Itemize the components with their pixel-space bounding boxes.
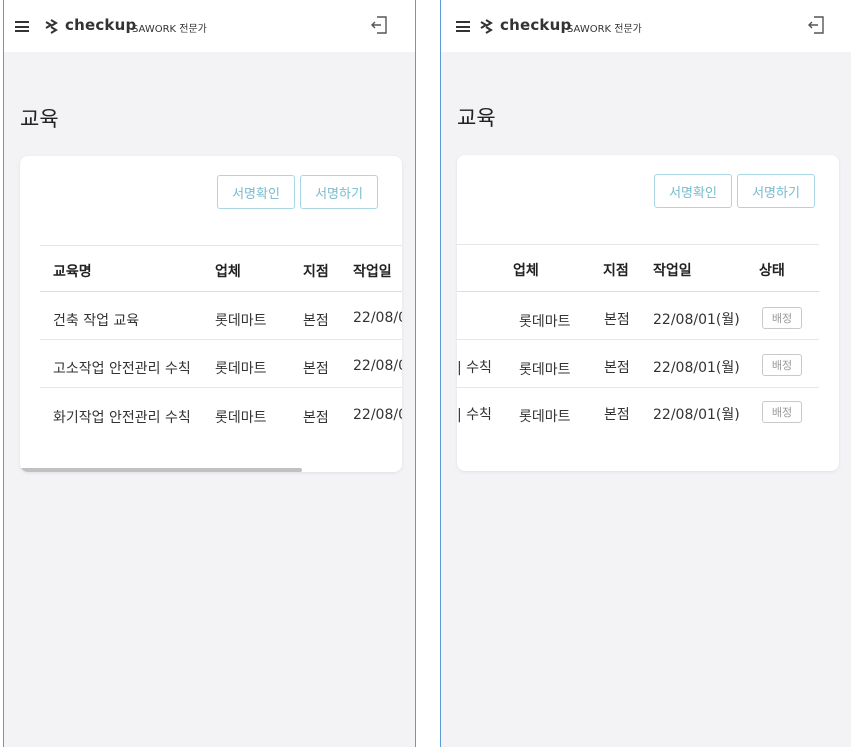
horizontal-scrollbar[interactable] [20,468,302,472]
row-3-date: 22/08/0 [353,407,402,423]
col-header-status: 상태 [759,263,785,279]
row-2-name-fragment[interactable]: | 수칙 [457,357,492,377]
col-header-company: 업체 [215,264,241,280]
app-bar: checkup SAWORK 전문가 [4,0,415,52]
screen-right: checkup SAWORK 전문가 교육 서명확인 서명하기 업체 지점 작업… [440,0,851,747]
row-1-date: 22/08/0 [353,310,402,326]
brand-subtitle: SAWORK 전문가 [132,24,207,35]
row-2-company: 롯데마트 [215,361,267,377]
hamburger-menu-icon[interactable] [15,21,29,32]
row-1-company: 롯데마트 [519,314,571,330]
row-1-name[interactable]: 건축 작업 교육 [53,310,139,330]
row-3-date: 22/08/01(월) [653,407,740,423]
row-2-company: 롯데마트 [519,362,571,378]
row-1-branch: 본점 [604,312,630,328]
row-3-company: 롯데마트 [519,409,571,425]
row-2-status-badge: 배정 [762,354,802,376]
row-2-branch: 본점 [303,361,329,377]
row-2-date: 22/08/0 [353,358,402,374]
page-title: 교육 [457,106,496,130]
hamburger-menu-icon[interactable] [456,21,470,32]
checkup-logo-icon [45,19,58,34]
education-table: 교육명 업체 지점 작업일 건축 작업 교육 롯데마트 본점 22/08/0 고… [40,245,402,405]
col-header-branch: 지점 [303,264,329,280]
row-3-branch: 본점 [604,407,630,423]
col-header-date: 작업일 [353,264,392,280]
row-1-company: 롯데마트 [215,313,267,329]
checkup-logo-icon [480,19,493,34]
page-title: 교육 [20,107,59,131]
col-header-branch: 지점 [603,263,629,279]
screen-left: checkup SAWORK 전문가 교육 서명확인 서명하기 교육명 업체 지… [3,0,416,747]
brand-name: checkup [65,16,137,34]
row-1-status-badge: 배정 [762,307,802,329]
app-bar: checkup SAWORK 전문가 [441,0,851,52]
row-3-company: 롯데마트 [215,410,267,426]
brand-name: checkup [500,16,572,34]
sign-confirm-button[interactable]: 서명확인 [654,174,732,208]
education-card: 서명확인 서명하기 교육명 업체 지점 작업일 건축 작업 교육 롯데마트 본점… [20,156,402,472]
sign-button[interactable]: 서명하기 [737,174,815,208]
row-2-date: 22/08/01(월) [653,360,740,376]
logout-icon[interactable] [370,14,390,36]
col-header-date: 작업일 [653,263,692,279]
sign-button[interactable]: 서명하기 [300,175,378,209]
row-1-branch: 본점 [303,313,329,329]
col-header-company: 업체 [513,263,539,279]
col-header-name: 교육명 [53,264,92,280]
row-3-name-visible[interactable]: 화기작업 안전관리 수칙 [53,407,191,427]
row-2-branch: 본점 [604,360,630,376]
row-3-status-badge: 배정 [762,401,802,423]
row-3-name-fragment[interactable]: | 수칙 [457,404,492,424]
sign-confirm-button[interactable]: 서명확인 [217,175,295,209]
logout-icon[interactable] [807,14,827,36]
brand-subtitle: SAWORK 전문가 [567,24,642,35]
education-card: 서명확인 서명하기 업체 지점 작업일 상태 롯데마트 본점 22/08/01(… [457,155,839,471]
row-1-date: 22/08/01(월) [653,312,740,328]
row-2-name[interactable]: 고소작업 안전관리 수칙 [53,358,191,378]
row-3-branch: 본점 [303,410,329,426]
